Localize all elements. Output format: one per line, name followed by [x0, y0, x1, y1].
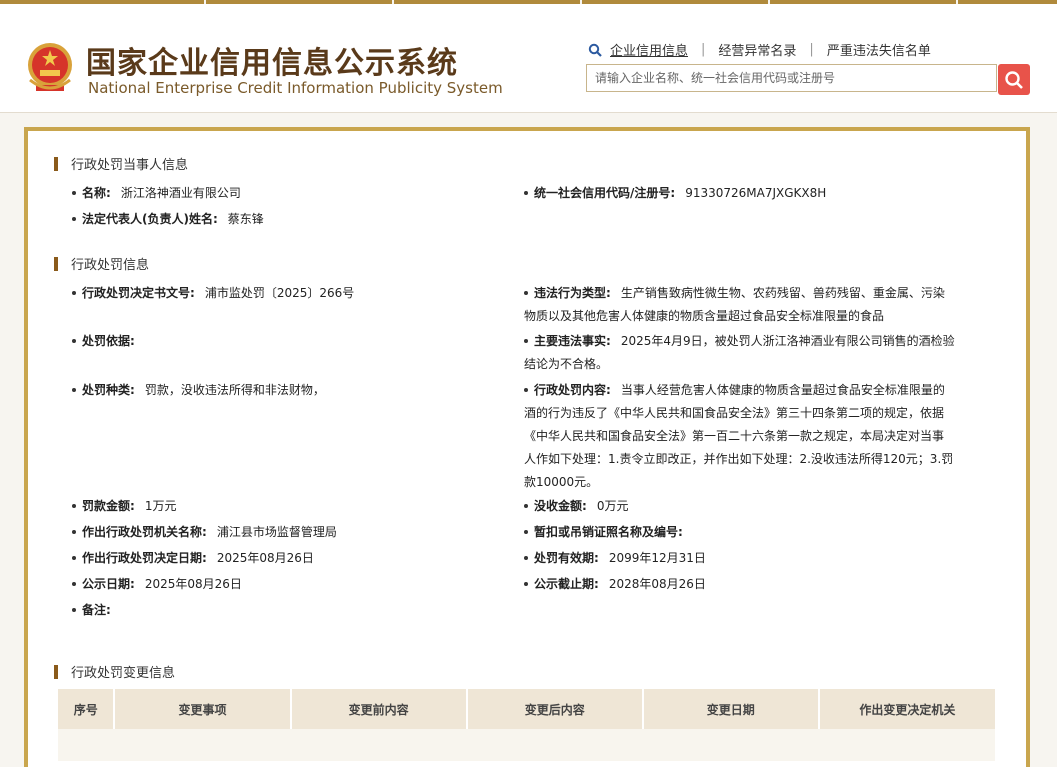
search-box: [586, 64, 997, 92]
field-penalty-content: 行政处罚内容: 当事人经营危害人体健康的物质含量超过食品安全标准限量的 酒的行为违…: [524, 383, 954, 489]
national-emblem-icon: [28, 43, 72, 91]
nav-link-dishonest-list[interactable]: 严重违法失信名单: [827, 40, 931, 59]
field-confiscation-amount: 没收金额: 0万元: [524, 495, 628, 518]
field-publication-date: 公示日期: 2025年08月26日: [72, 573, 242, 596]
field-credit-code: 统一社会信用代码/注册号: 91330726MA7JXGKX8H: [524, 182, 826, 205]
changes-table: 序号 变更事项 变更前内容 变更后内容 变更日期 作出变更决定机关: [58, 689, 995, 761]
field-publication-end: 公示截止期: 2028年08月26日: [524, 573, 706, 596]
col-header-change-item: 变更事项: [114, 689, 292, 729]
site-title-en: National Enterprise Credit Information P…: [88, 79, 503, 97]
field-legal-rep: 法定代表人(负责人)姓名: 蔡东锋: [72, 208, 264, 231]
field-decision-date: 作出行政处罚决定日期: 2025年08月26日: [72, 547, 314, 570]
table-row: [58, 729, 995, 761]
search-icon: [588, 43, 602, 57]
search-button[interactable]: [998, 64, 1030, 95]
section-title-changes: 行政处罚变更信息: [54, 662, 175, 681]
table-header-row: 序号 变更事项 变更前内容 变更后内容 变更日期 作出变更决定机关: [58, 689, 995, 729]
field-valid-until: 处罚有效期: 2099年12月31日: [524, 547, 706, 570]
col-header-authority: 作出变更决定机关: [818, 689, 995, 729]
field-name: 名称: 浙江洛神酒业有限公司: [72, 182, 241, 205]
col-header-index: 序号: [58, 689, 116, 729]
search-icon: [1005, 70, 1023, 89]
field-remark: 备注:: [72, 599, 121, 622]
col-header-after: 变更后内容: [466, 689, 644, 729]
nav-separator: |: [701, 42, 706, 57]
field-suspension: 暂扣或吊销证照名称及编号:: [524, 521, 693, 544]
field-basis: 处罚依据:: [72, 330, 145, 353]
section-title-penalty: 行政处罚信息: [54, 254, 149, 273]
col-header-before: 变更前内容: [290, 689, 468, 729]
field-main-facts: 主要违法事实: 2025年4月9日，被处罚人浙江洛神酒业有限公司销售的酒检验 结论…: [524, 334, 955, 371]
site-title-cn: 国家企业信用信息公示系统: [86, 46, 458, 81]
nav-separator: |: [809, 42, 814, 57]
search-input[interactable]: [587, 65, 996, 91]
field-fine-amount: 罚款金额: 1万元: [72, 495, 176, 518]
site-header: 国家企业信用信息公示系统 National Enterprise Credit …: [0, 4, 1057, 113]
detail-panel: 行政处罚当事人信息 名称: 浙江洛神酒业有限公司 统一社会信用代码/注册号: 913…: [24, 127, 1030, 767]
section-title-party: 行政处罚当事人信息: [54, 154, 188, 173]
field-violation-type: 违法行为类型: 生产销售致病性微生物、农药残留、兽药残留、重金属、污染 物质以及其…: [524, 286, 945, 323]
field-penalty-kind: 处罚种类: 罚款，没收违法所得和非法财物，: [72, 379, 325, 402]
nav-link-abnormal-list[interactable]: 经营异常名录: [718, 40, 796, 59]
field-decision-doc: 行政处罚决定书文号: 浦市监处罚〔2025〕266号: [72, 282, 354, 305]
field-authority: 作出行政处罚机关名称: 浦江县市场监督管理局: [72, 521, 337, 544]
header-nav: 企业信用信息 | 经营异常名录 | 严重违法失信名单: [588, 40, 931, 59]
col-header-change-date: 变更日期: [642, 689, 820, 729]
nav-link-credit-info[interactable]: 企业信用信息: [610, 40, 688, 59]
